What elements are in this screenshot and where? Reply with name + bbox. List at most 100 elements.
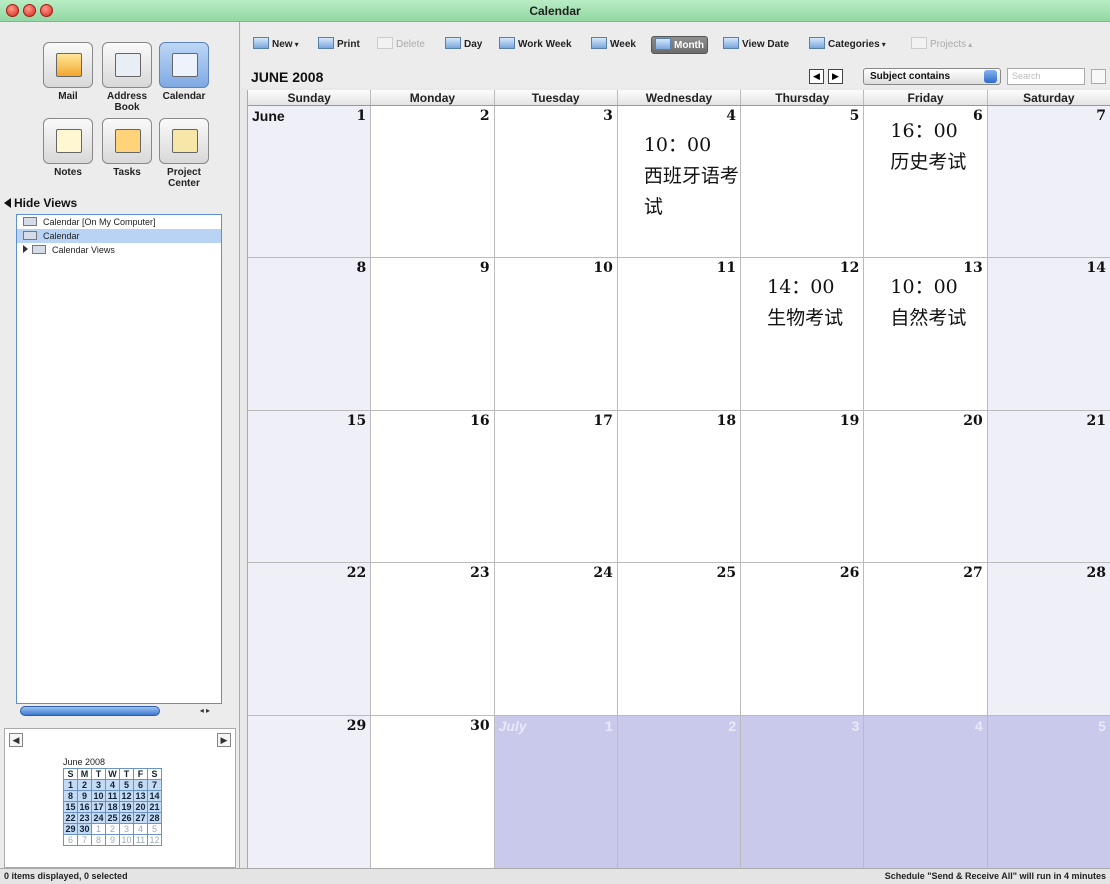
- mini-day[interactable]: 27: [133, 812, 148, 824]
- mini-day[interactable]: 19: [119, 801, 134, 813]
- view-item-calendar-on-my-computer[interactable]: Calendar [On My Computer]: [17, 215, 221, 229]
- calendar-event[interactable]: 14：00 生物考试: [767, 272, 863, 334]
- day-cell[interactable]: 7: [987, 106, 1110, 258]
- mini-day[interactable]: 12: [119, 790, 134, 802]
- mini-day[interactable]: 16: [77, 801, 92, 813]
- app-mail-button[interactable]: Mail: [40, 42, 96, 102]
- mini-day[interactable]: 1: [63, 779, 78, 791]
- app-notes-button[interactable]: Notes: [40, 118, 96, 178]
- view-date-button[interactable]: View Date: [723, 36, 789, 54]
- mini-day[interactable]: 10: [119, 834, 134, 846]
- day-cell[interactable]: 13 10：00 自然考试: [864, 258, 988, 410]
- filter-select[interactable]: Subject contains: [863, 68, 1001, 85]
- day-cell[interactable]: 2: [371, 106, 495, 258]
- app-project-center-button[interactable]: Project Center: [156, 118, 212, 189]
- mini-day[interactable]: 4: [105, 779, 120, 791]
- day-cell[interactable]: 19: [741, 410, 865, 563]
- hide-views-toggle[interactable]: Hide Views: [4, 196, 77, 210]
- day-cell[interactable]: 14: [987, 258, 1110, 410]
- day-cell[interactable]: 24: [494, 563, 618, 715]
- day-cell[interactable]: 11: [617, 258, 742, 410]
- mini-day[interactable]: 6: [63, 834, 78, 846]
- mini-day[interactable]: 22: [63, 812, 78, 824]
- dropdown-caret-icon[interactable]: ▴: [968, 40, 972, 49]
- mini-day[interactable]: 4: [133, 823, 148, 835]
- mini-day[interactable]: 9: [105, 834, 120, 846]
- scroll-arrows-icon[interactable]: ◂ ▸: [200, 706, 210, 715]
- mini-day[interactable]: 18: [105, 801, 120, 813]
- mini-day[interactable]: 28: [147, 812, 162, 824]
- week-view-button[interactable]: Week: [591, 36, 636, 54]
- mini-day[interactable]: 13: [133, 790, 148, 802]
- print-button[interactable]: Print: [318, 36, 360, 54]
- work-week-view-button[interactable]: Work Week: [499, 36, 572, 54]
- next-month-button[interactable]: ▶: [828, 69, 843, 84]
- view-item-calendar[interactable]: Calendar: [17, 229, 221, 243]
- categories-button[interactable]: Categories ▾: [809, 36, 886, 54]
- day-cell[interactable]: 3: [494, 106, 618, 258]
- app-address-book-button[interactable]: Address Book: [99, 42, 155, 113]
- dropdown-caret-icon[interactable]: ▾: [882, 40, 886, 49]
- mini-day[interactable]: 5: [119, 779, 134, 791]
- day-cell[interactable]: 5: [741, 106, 865, 258]
- day-cell[interactable]: 4 10：00 西班牙语考试: [617, 106, 742, 258]
- day-cell[interactable]: 9: [371, 258, 495, 410]
- new-button[interactable]: New ▾: [253, 36, 299, 54]
- mini-day[interactable]: 8: [91, 834, 106, 846]
- pencil-icon[interactable]: [1091, 69, 1106, 84]
- search-input[interactable]: Search: [1007, 68, 1085, 85]
- mini-day[interactable]: 29: [63, 823, 78, 835]
- mini-day[interactable]: 25: [105, 812, 120, 824]
- day-cell-next-month[interactable]: 2: [617, 715, 742, 868]
- day-cell[interactable]: 12 14：00 生物考试: [741, 258, 865, 410]
- day-cell[interactable]: 25: [617, 563, 742, 715]
- mini-day[interactable]: 21: [147, 801, 162, 813]
- horizontal-scrollbar[interactable]: ◂ ▸: [20, 705, 220, 717]
- mini-calendar-next-button[interactable]: ▶: [217, 733, 231, 747]
- day-cell[interactable]: 26: [741, 563, 865, 715]
- day-cell[interactable]: 23: [371, 563, 495, 715]
- mini-day[interactable]: 7: [147, 779, 162, 791]
- mini-calendar-prev-button[interactable]: ◀: [9, 733, 23, 747]
- app-tasks-button[interactable]: Tasks: [99, 118, 155, 178]
- mini-day[interactable]: 6: [133, 779, 148, 791]
- day-cell[interactable]: 20: [864, 410, 988, 563]
- day-cell[interactable]: 10: [494, 258, 618, 410]
- day-cell[interactable]: June 1: [248, 106, 372, 258]
- day-cell[interactable]: 16: [371, 410, 495, 563]
- day-cell-next-month[interactable]: 3: [741, 715, 865, 868]
- mini-day[interactable]: 11: [105, 790, 120, 802]
- mini-day[interactable]: 12: [147, 834, 162, 846]
- day-cell[interactable]: 21: [987, 410, 1110, 563]
- day-cell[interactable]: 22: [248, 563, 372, 715]
- day-cell-next-month[interactable]: July 1: [494, 715, 618, 868]
- mini-day[interactable]: 2: [77, 779, 92, 791]
- disclosure-triangle-icon[interactable]: [23, 245, 28, 253]
- mini-day[interactable]: 8: [63, 790, 78, 802]
- mini-day[interactable]: 11: [133, 834, 148, 846]
- day-cell[interactable]: 29: [248, 715, 372, 868]
- mini-day[interactable]: 24: [91, 812, 106, 824]
- mini-day[interactable]: 3: [119, 823, 134, 835]
- previous-month-button[interactable]: ◀: [809, 69, 824, 84]
- dropdown-caret-icon[interactable]: ▾: [295, 40, 299, 49]
- mini-day[interactable]: 10: [91, 790, 106, 802]
- day-cell[interactable]: 28: [987, 563, 1110, 715]
- day-cell-next-month[interactable]: 5: [987, 715, 1110, 868]
- mini-day[interactable]: 2: [105, 823, 120, 835]
- day-cell[interactable]: 6 16：00 历史考试: [864, 106, 988, 258]
- app-calendar-button[interactable]: Calendar: [156, 42, 212, 102]
- mini-day[interactable]: 7: [77, 834, 92, 846]
- calendar-event[interactable]: 10：00 自然考试: [890, 272, 986, 334]
- mini-day[interactable]: 23: [77, 812, 92, 824]
- mini-day[interactable]: 9: [77, 790, 92, 802]
- scrollbar-thumb[interactable]: [20, 706, 160, 716]
- mini-day[interactable]: 5: [147, 823, 162, 835]
- mini-day[interactable]: 1: [91, 823, 106, 835]
- calendar-event[interactable]: 16：00 历史考试: [890, 116, 986, 178]
- day-cell-next-month[interactable]: 4: [864, 715, 988, 868]
- day-view-button[interactable]: Day: [445, 36, 482, 54]
- day-cell[interactable]: 17: [494, 410, 618, 563]
- view-item-calendar-views[interactable]: Calendar Views: [17, 243, 221, 257]
- calendar-event[interactable]: 10：00 西班牙语考试: [644, 130, 740, 223]
